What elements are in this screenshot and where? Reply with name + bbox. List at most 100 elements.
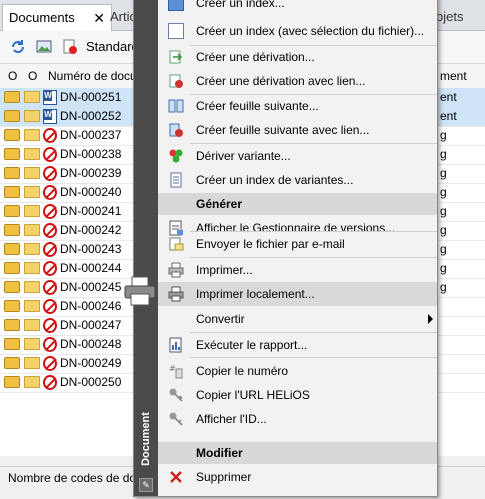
lock-icon: [4, 110, 20, 122]
refresh-icon[interactable]: [10, 39, 26, 55]
folder-icon: [24, 110, 40, 122]
local-printer-icon: [168, 286, 184, 302]
svg-text:#: #: [169, 364, 176, 373]
delete-document-icon[interactable]: [62, 39, 78, 55]
menu-item-creer-feuille[interactable]: Créer feuille suivante...: [158, 94, 437, 118]
column-header-o1[interactable]: O: [8, 64, 17, 88]
menu-item-label: Convertir: [196, 312, 245, 326]
menu-section-modifier: Modifier: [158, 442, 437, 464]
folder-icon: [24, 376, 40, 388]
folder-icon: [24, 338, 40, 350]
view-selector[interactable]: Standard: [86, 37, 139, 57]
document-cell: g: [440, 280, 447, 294]
image-view-icon[interactable]: [36, 39, 52, 55]
document-cell: g: [440, 147, 447, 161]
printer-icon: [168, 262, 184, 278]
lock-icon: [4, 148, 20, 160]
document-number: DN-000249: [60, 356, 122, 370]
no-file-icon: [43, 375, 57, 390]
menu-item-afficher-id[interactable]: Afficher l'ID...: [158, 407, 437, 431]
lock-icon: [4, 376, 20, 388]
menu-item-envoyer-mail[interactable]: Envoyer le fichier par e-mail: [158, 232, 437, 256]
next-sheet-icon: [168, 99, 184, 113]
lock-icon: [4, 224, 20, 236]
folder-icon: [24, 300, 40, 312]
no-file-icon: [43, 147, 57, 162]
menu-item-convertir[interactable]: Convertir: [158, 307, 437, 331]
folder-icon: [24, 319, 40, 331]
lock-icon: [4, 91, 20, 103]
index-icon: [168, 0, 184, 11]
menu-item-creer-index[interactable]: Créer un index...: [158, 0, 437, 15]
document-number: DN-000243: [60, 242, 122, 256]
context-menu: Document ✎ Créer un index... Créer un in…: [124, 0, 438, 497]
menu-item-deriver-variante[interactable]: Dériver variante...: [158, 144, 437, 168]
menu-item-imprimer[interactable]: Imprimer...: [158, 258, 437, 282]
index-file-icon: [168, 23, 184, 39]
menu-item-imprimer-localement[interactable]: Imprimer localement...: [124, 276, 437, 306]
folder-icon: [24, 186, 40, 198]
column-header-document[interactable]: ment: [440, 64, 467, 88]
no-file-icon: [43, 318, 57, 333]
menu-item-creer-index-variantes[interactable]: Créer un index de variantes...: [158, 168, 437, 192]
lock-icon: [4, 319, 20, 331]
document-number: DN-000241: [60, 204, 122, 218]
document-number: DN-000238: [60, 147, 122, 161]
menu-item-label: Créer feuille suivante avec lien...: [196, 123, 370, 137]
folder-icon: [24, 243, 40, 255]
lock-icon: [4, 300, 20, 312]
variant-index-icon: [170, 172, 182, 188]
document-cell: g: [440, 128, 447, 142]
menu-item-creer-derivation[interactable]: Créer une dérivation...: [158, 45, 437, 69]
column-header-number[interactable]: Numéro de docu: [48, 64, 137, 88]
no-file-icon: [43, 128, 57, 143]
report-icon: [169, 337, 182, 353]
no-file-icon: [43, 185, 57, 200]
derivation-link-icon: [169, 74, 183, 88]
menu-item-copier-url[interactable]: Copier l'URL HELiOS: [158, 383, 437, 407]
document-number: DN-000244: [60, 261, 122, 275]
menu-item-creer-derivation-lien[interactable]: Créer une dérivation avec lien...: [158, 69, 437, 93]
no-file-icon: [43, 242, 57, 257]
menu-section-generer: Générer: [158, 193, 437, 215]
no-file-icon: [43, 166, 57, 181]
column-header-o2[interactable]: O: [28, 64, 37, 88]
lock-icon: [4, 243, 20, 255]
menu-item-executer-rapport[interactable]: Exécuter le rapport...: [158, 333, 437, 357]
folder-icon: [24, 129, 40, 141]
lock-icon: [4, 129, 20, 141]
word-document-icon: [43, 90, 57, 105]
menu-side-banner: Document ✎: [134, 0, 158, 496]
folder-icon: [24, 281, 40, 293]
menu-item-creer-index-selection[interactable]: Créer un index (avec sélection du fichie…: [158, 19, 437, 43]
menu-item-copier-numero[interactable]: # Copier le numéro: [158, 359, 437, 383]
document-cell: g: [440, 261, 447, 275]
tab-documents-label: Documents: [9, 10, 75, 25]
no-file-icon: [43, 223, 57, 238]
submenu-arrow-icon: [428, 314, 433, 324]
folder-icon: [24, 91, 40, 103]
menu-item-supprimer[interactable]: Supprimer: [158, 465, 437, 489]
menu-item-label: Créer un index (avec sélection du fichie…: [196, 24, 425, 38]
menu-side-label: Document: [140, 412, 152, 466]
section-label: Modifier: [196, 446, 243, 460]
document-cell: g: [440, 204, 447, 218]
menu-item-label: Afficher l'ID...: [196, 412, 267, 426]
no-file-icon: [43, 299, 57, 314]
variant-icon: [169, 149, 183, 163]
menu-separator: [190, 357, 437, 358]
tab-documents[interactable]: Documents ✕: [2, 4, 112, 31]
section-label: Générer: [196, 197, 243, 211]
menu-item-label: Créer un index...: [196, 0, 285, 10]
delete-icon: [170, 471, 182, 483]
id-key-icon: [169, 412, 183, 426]
document-cell: g: [440, 223, 447, 237]
document-number: DN-000247: [60, 318, 122, 332]
lock-icon: [4, 338, 20, 350]
no-file-icon: [43, 261, 57, 276]
menu-item-creer-feuille-lien[interactable]: Créer feuille suivante avec lien...: [158, 118, 437, 142]
lock-icon: [4, 186, 20, 198]
derivation-icon: [169, 50, 183, 64]
document-number: DN-000242: [60, 223, 122, 237]
menu-item-label: Exécuter le rapport...: [196, 338, 308, 352]
